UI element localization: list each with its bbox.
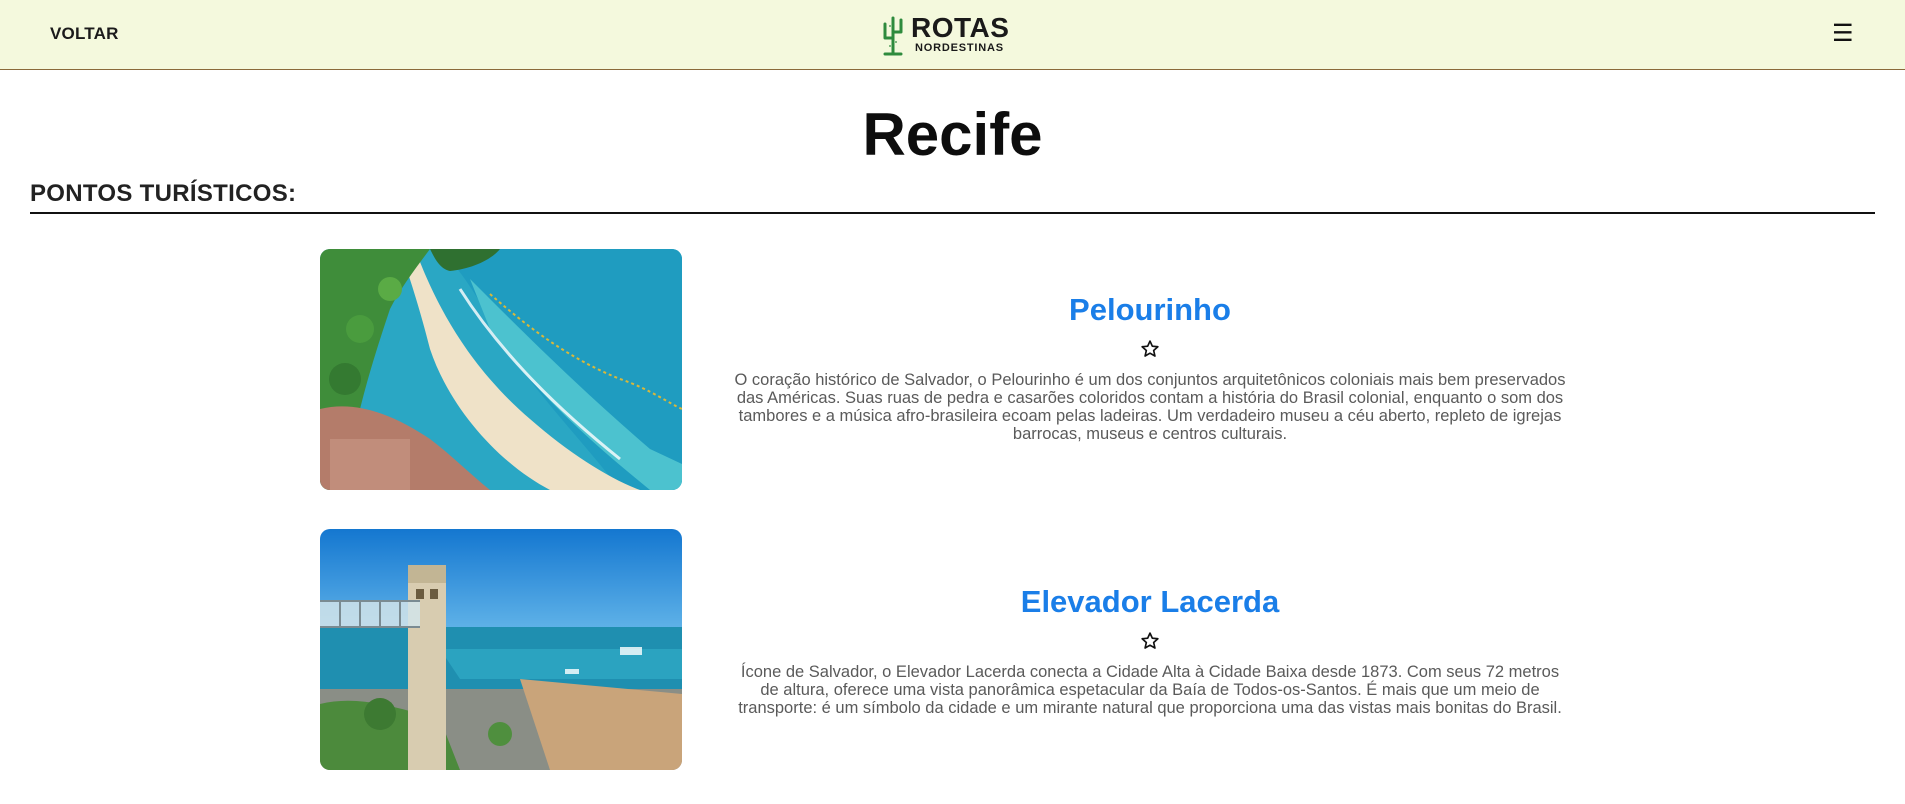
top-navigation-bar: VOLTAR ROTAS NORDESTINAS ☰ [0,0,1905,70]
logo-subtitle: NORDESTINAS [915,42,1004,54]
attraction-description: O coração histórico de Salvador, o Pelou… [734,371,1566,443]
attraction-info: Elevador Lacerda Ícone de Salvador, o El… [710,529,1590,771]
attraction-description: Ícone de Salvador, o Elevador Lacerda co… [738,663,1562,717]
logo-title: ROTAS [911,12,1010,43]
attraction-title[interactable]: Pelourinho [710,292,1590,328]
section-divider [30,212,1875,214]
favorite-star-icon[interactable] [1140,631,1160,651]
cactus-icon [883,16,903,56]
site-logo[interactable]: ROTAS NORDESTINAS [877,12,1009,56]
attraction-title[interactable]: Elevador Lacerda [710,584,1590,620]
attraction-card: Pelourinho O coração histórico de Salvad… [320,249,1590,491]
attraction-image-beach [320,249,682,490]
attraction-card: Elevador Lacerda Ícone de Salvador, o El… [320,529,1590,771]
attraction-image-elevator [320,529,682,770]
hamburger-menu-icon[interactable]: ☰ [1832,22,1856,46]
section-title: PONTOS TURÍSTICOS: [30,180,297,207]
back-link[interactable]: VOLTAR [50,24,119,44]
page-title: Recife [862,101,1043,168]
attraction-info: Pelourinho O coração histórico de Salvad… [710,249,1590,491]
favorite-star-icon[interactable] [1140,339,1160,359]
